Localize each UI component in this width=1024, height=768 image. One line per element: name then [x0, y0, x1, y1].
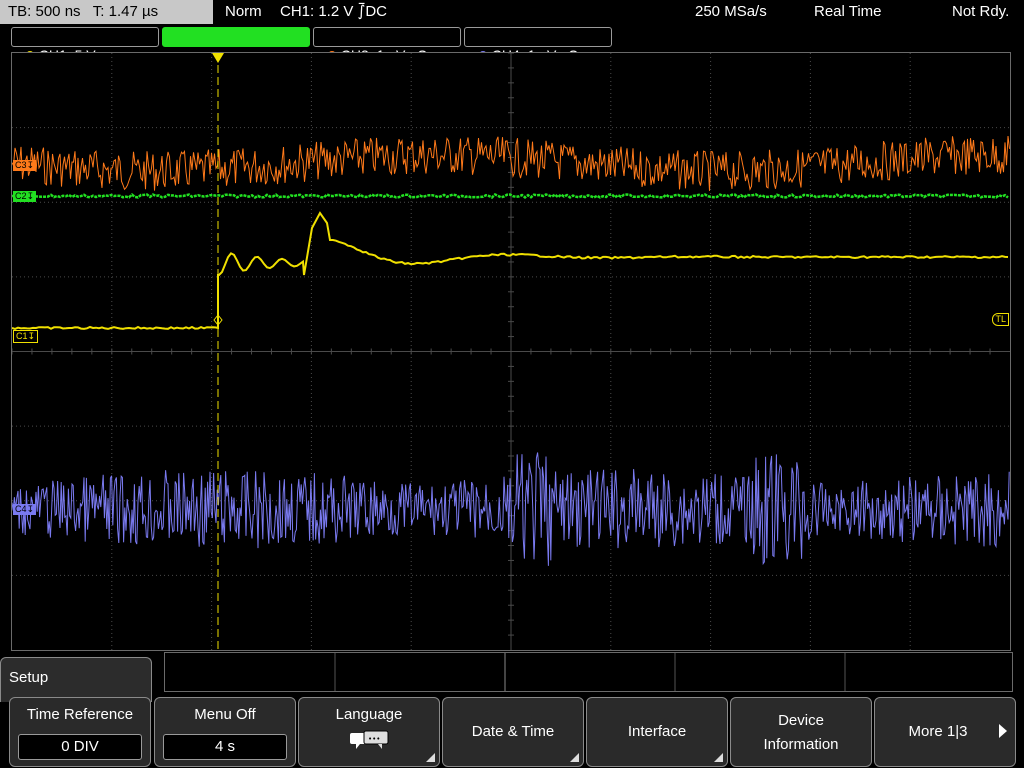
- menu-off-value: 4 s: [163, 734, 287, 760]
- menu-off-label: Menu Off: [194, 706, 256, 723]
- timebase-readout[interactable]: TB: 500 ns T: 1.47 µs: [0, 0, 213, 24]
- submenu-indicator-icon: [714, 753, 723, 762]
- time-reference-button[interactable]: Time Reference 0 DIV: [9, 697, 151, 767]
- ch2-trace: [12, 192, 1009, 200]
- menu-title-label: Setup: [9, 669, 49, 686]
- channel-tab-ch2[interactable]: CH2: 20 mV≃Ω: [162, 27, 310, 63]
- time-reference-value: 0 DIV: [18, 734, 142, 760]
- trigger-mode[interactable]: Norm: [225, 0, 262, 24]
- ch1-trace: [12, 211, 1009, 330]
- device-information-label-1: Device: [778, 712, 824, 729]
- channel-tab-ch4[interactable]: CH4: 1mV≃Ω: [464, 27, 612, 63]
- ch4-marker[interactable]: C4↧: [13, 504, 37, 515]
- channel-tab-ch1[interactable]: CH1: 5 V≃: [11, 27, 159, 63]
- submenu-indicator-icon: [426, 753, 435, 762]
- device-information-label-2: Information: [763, 736, 839, 753]
- overview-bar: [164, 652, 1013, 692]
- sample-rate: 250 MSa/s: [695, 3, 767, 20]
- ch3-marker[interactable]: C3↧: [13, 160, 37, 171]
- interface-label: Interface: [627, 723, 687, 740]
- acquisition-mode: Real Time: [814, 3, 882, 20]
- menu-title: Setup: [0, 657, 152, 702]
- submenu-indicator-icon: [570, 753, 579, 762]
- arrow-right-icon: [999, 724, 1007, 738]
- time-reference-label: Time Reference: [26, 706, 134, 723]
- date-time-button[interactable]: Date & Time: [442, 697, 584, 767]
- date-time-label: Date & Time: [471, 723, 555, 740]
- channel-tab-ch3[interactable]: CH3: 1mV≃Ω: [313, 27, 461, 63]
- svg-text:•••: •••: [368, 735, 380, 743]
- scope-canvas: [12, 53, 1010, 650]
- graticule: [12, 53, 1010, 650]
- interface-button[interactable]: Interface: [586, 697, 728, 767]
- more-label: More 1|3: [908, 723, 968, 740]
- waveform-display[interactable]: C3↧ C2↧ C1↧ C4↧ TL: [11, 52, 1011, 651]
- trigger-info[interactable]: CH1: 1.2 V ⨛DC: [280, 0, 387, 24]
- ready-status: Not Rdy.: [952, 3, 1010, 20]
- more-button[interactable]: More 1|3: [874, 697, 1016, 767]
- trigger-level-marker[interactable]: TL: [992, 313, 1009, 326]
- language-button[interactable]: Language •••: [298, 697, 440, 767]
- ch1-marker[interactable]: C1↧: [13, 330, 39, 343]
- trigger-position-icon[interactable]: [212, 53, 224, 63]
- status-bar: Norm CH1: 1.2 V ⨛DC 250 MSa/s Real Time …: [215, 0, 1024, 24]
- ch2-marker[interactable]: C2↧: [13, 191, 37, 202]
- device-information-button[interactable]: Device Information: [730, 697, 872, 767]
- speech-bubbles-icon: •••: [350, 730, 389, 749]
- menu-off-button[interactable]: Menu Off 4 s: [154, 697, 296, 767]
- language-label: Language: [335, 706, 403, 723]
